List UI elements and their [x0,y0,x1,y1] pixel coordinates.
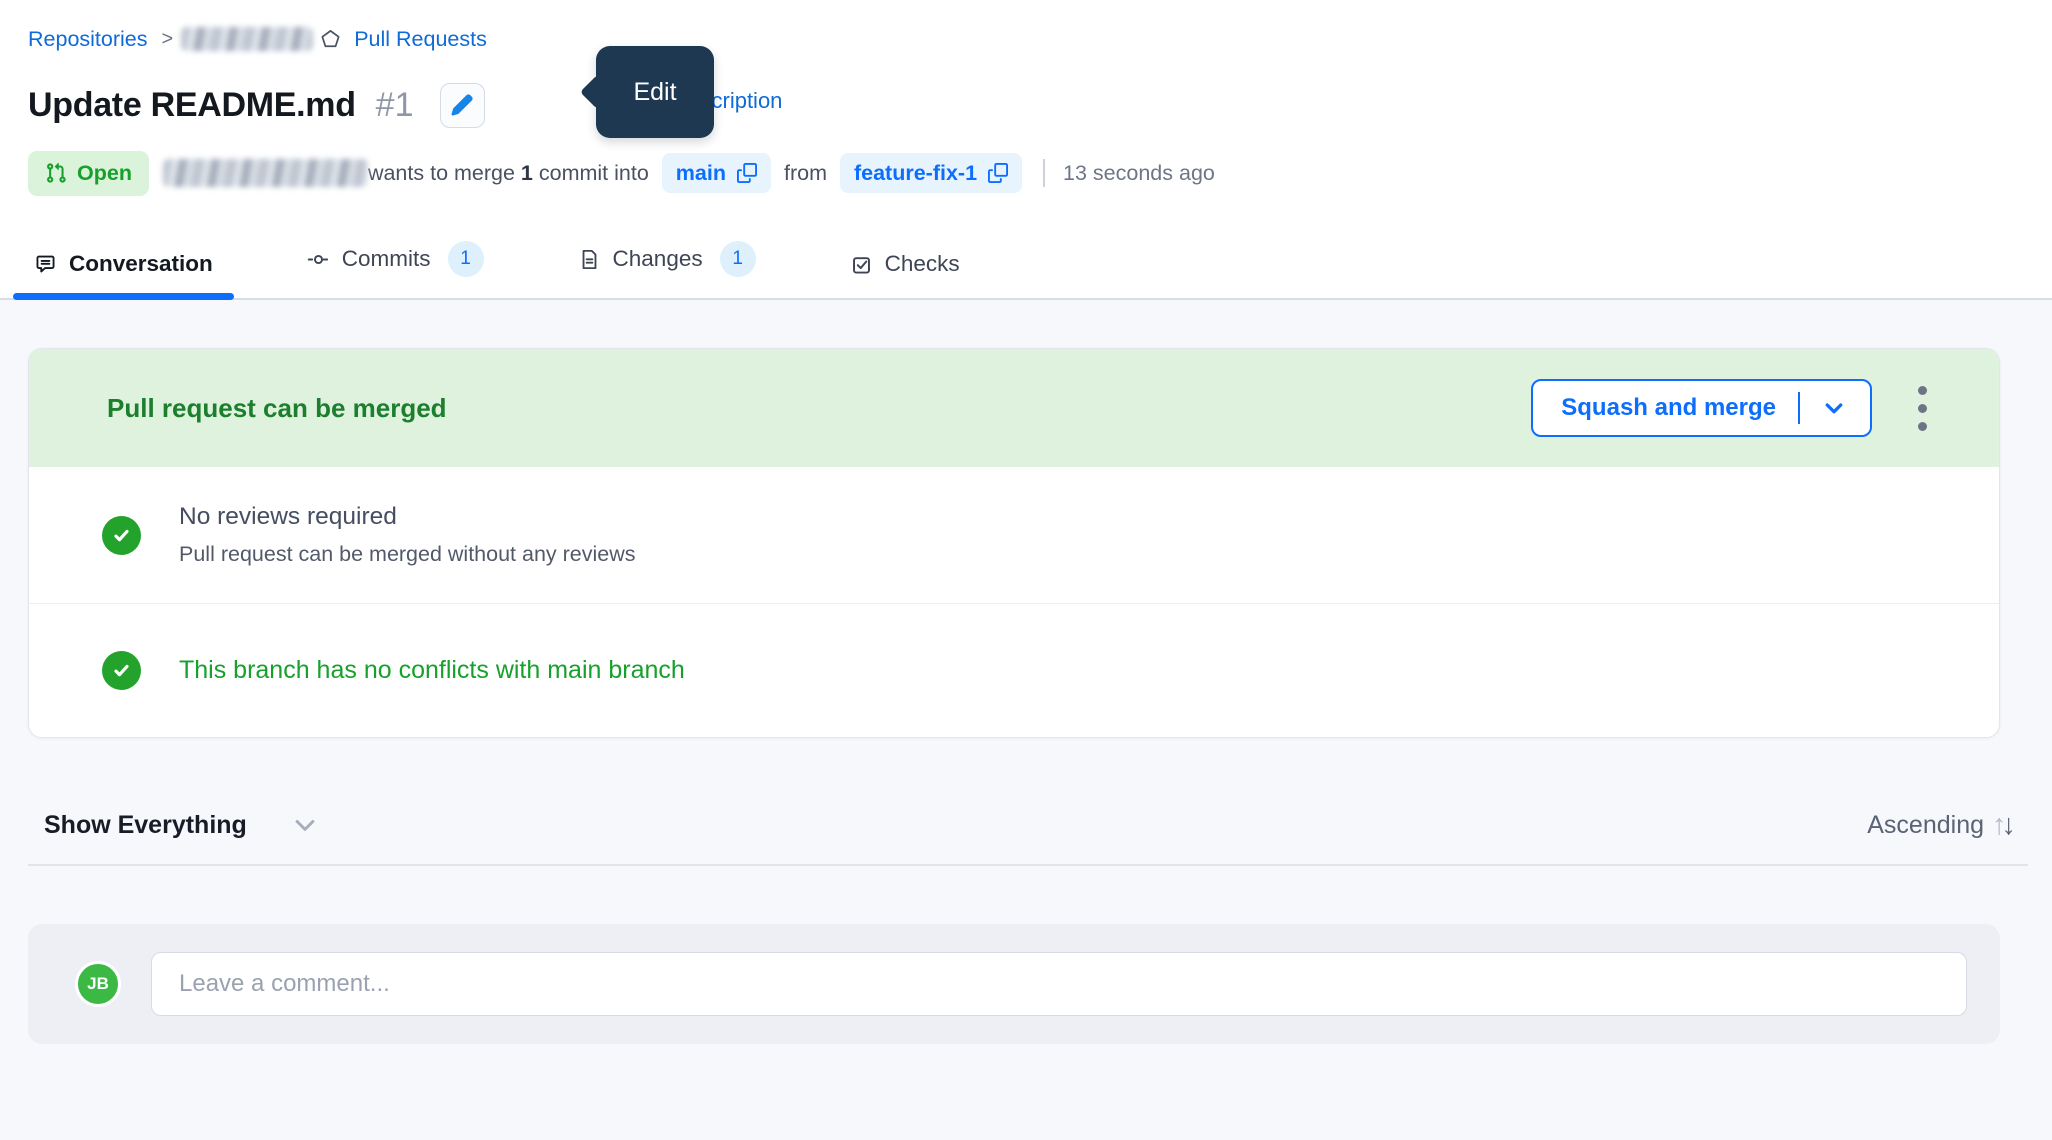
sort-arrows-icon: ↑↓ [1992,811,2016,840]
base-branch-pill[interactable]: main [662,153,771,193]
from-text: from [784,161,827,186]
tab-label: Conversation [69,251,213,277]
tab-checks[interactable]: Checks [829,251,981,298]
merge-status-heading: Pull request can be merged [107,393,1531,424]
created-time: 13 seconds ago [1063,161,1215,186]
tab-label: Checks [885,251,960,277]
commit-icon [307,248,330,271]
pr-number: #1 [376,86,414,125]
head-branch-name: feature-fix-1 [854,161,977,186]
tooltip-label: Edit [633,78,676,107]
comment-input[interactable] [151,952,1967,1016]
merge-options-kebab-icon[interactable] [1908,376,1937,441]
title-row: Update README.md #1 [28,80,2052,130]
button-divider [1798,392,1800,424]
breadcrumb-repositories[interactable]: Repositories [28,27,148,52]
status-badge-label: Open [77,161,132,186]
repo-shape-icon [319,28,342,51]
commits-count-badge: 1 [448,241,484,277]
copy-icon[interactable] [988,163,1008,183]
timeline-divider [28,864,2028,866]
tab-label: Commits [342,246,431,272]
tabbar: Conversation Commits 1 [0,236,2052,300]
check-subtitle: Pull request can be merged without any r… [179,542,636,567]
copy-icon[interactable] [737,163,757,183]
sort-label: Ascending [1867,811,1984,840]
check-title: No reviews required [179,503,636,531]
check-circle-icon [102,516,141,555]
pull-request-page: Repositories > Pull Requests Update READ… [0,0,2052,1140]
timeline-filter-dropdown[interactable]: Show Everything [28,811,319,840]
tab-conversation[interactable]: Conversation [13,251,234,298]
pr-status-row: Open wants to merge 1 commit into main f… [28,150,2052,196]
redacted-username [163,159,368,187]
status-divider [1043,159,1045,187]
tab-label: Changes [613,246,703,272]
chevron-down-icon [291,811,319,839]
file-diff-icon [578,248,601,271]
head-branch-pill[interactable]: feature-fix-1 [840,153,1022,193]
changes-count-badge: 1 [720,241,756,277]
merge-check-conflicts: This branch has no conflicts with main b… [29,603,1999,737]
check-circle-icon [102,651,141,690]
tab-changes[interactable]: Changes 1 [557,241,777,298]
merge-check-reviews: No reviews required Pull request can be … [29,467,1999,603]
conversation-panel: Pull request can be merged Squash and me… [0,300,2052,1140]
edit-tooltip: Edit [596,46,714,138]
merge-summary-text: wants to merge 1 commit into [368,161,649,186]
merge-panel: Pull request can be merged Squash and me… [28,348,2000,738]
breadcrumb-separator: > [162,28,174,51]
check-title: This branch has no conflicts with main b… [179,656,685,685]
tab-commits[interactable]: Commits 1 [286,241,505,298]
breadcrumb: Repositories > Pull Requests [28,24,2052,54]
pr-status-badge: Open [28,151,149,196]
redacted-repo-name [181,27,313,51]
merge-button-label: Squash and merge [1561,394,1776,422]
breadcrumb-pull-requests[interactable]: Pull Requests [354,27,487,52]
pr-title: Update README.md [28,86,356,125]
git-pull-request-icon [45,162,67,184]
avatar: JB [75,961,121,1007]
checklist-icon [850,253,873,276]
filter-label: Show Everything [44,811,247,840]
edit-title-button[interactable] [440,83,485,128]
squash-and-merge-button[interactable]: Squash and merge [1531,379,1872,437]
timeline-toolbar: Show Everything Ascending ↑↓ [28,802,2024,848]
base-branch-name: main [676,161,726,186]
speech-bubble-icon [34,253,57,276]
pr-header: Repositories > Pull Requests Update READ… [0,0,2052,196]
pencil-icon [450,93,474,117]
timeline-sort-button[interactable]: Ascending ↑↓ [1867,811,2024,840]
merge-panel-header: Pull request can be merged Squash and me… [29,349,1999,467]
comment-composer: JB [28,924,2000,1044]
chevron-down-icon[interactable] [1822,396,1846,420]
